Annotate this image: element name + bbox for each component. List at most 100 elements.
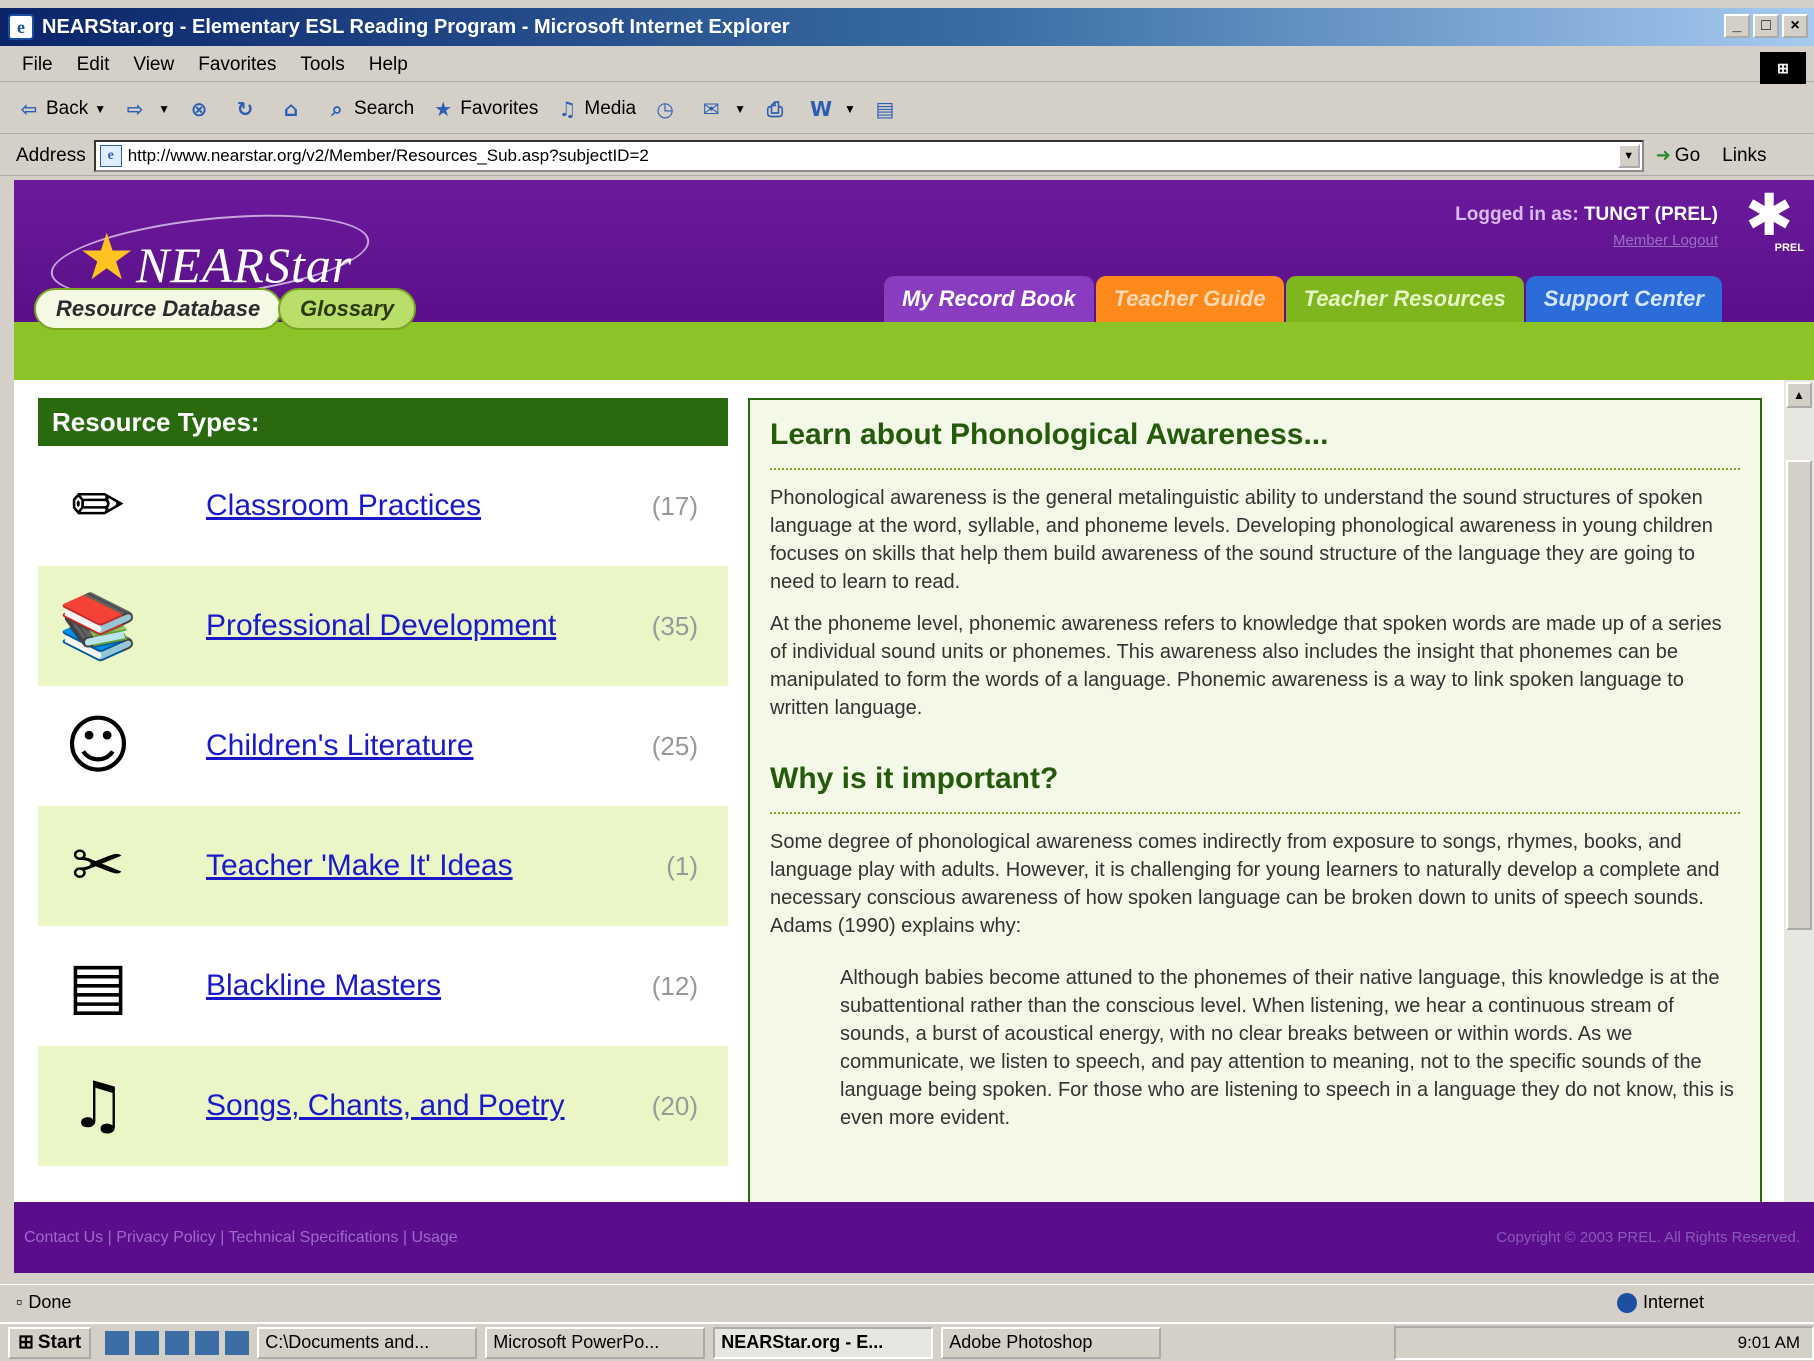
resource-item: ☺ Children's Literature (25) [38,686,728,806]
media-label: Media [584,97,637,119]
toolbar: ⇦ Back ▼ ⇨ ▼ ⊗ ↻ ⌂ ⌕ Search ★ Favorites … [0,84,1814,134]
word-icon: W [809,96,833,121]
favorites-button[interactable]: ★ Favorites [430,96,538,122]
address-input[interactable]: e http://www.nearstar.org/v2/Member/Reso… [93,139,1644,172]
logo-text: NEARStar [136,237,353,293]
search-button[interactable]: ⌕ Search [324,96,414,122]
resource-database-button[interactable]: Resource Database [34,288,283,330]
mail-button[interactable]: ✉ ▼ [698,96,746,122]
menu-edit[interactable]: Edit [77,54,110,76]
login-info: Logged in as: TUNGT (PREL) Member Logout [1455,204,1718,249]
go-button[interactable]: ➜ Go [1656,145,1700,167]
resource-count: (12) [651,970,698,1001]
logged-in-line: Logged in as: TUNGT (PREL) [1455,204,1718,226]
favorites-icon: ★ [434,96,453,121]
site-footer: Contact Us | Privacy Policy | Technical … [14,1202,1814,1273]
history-button[interactable]: ◷ [652,96,682,122]
home-button[interactable]: ⌂ [278,96,308,122]
discuss-button[interactable]: ▤ [872,96,902,122]
word-quicklaunch-icon[interactable] [165,1330,190,1355]
ie-quicklaunch-icon[interactable] [135,1330,160,1355]
search-label: Search [354,97,415,119]
menu-help[interactable]: Help [369,54,408,76]
resource-link-songs-chants-poetry[interactable]: Songs, Chants, and Poetry [206,1089,565,1123]
copyright: Copyright © 2003 PREL. All Rights Reserv… [1496,1229,1800,1246]
music-notes-icon: ♫ [69,1069,127,1143]
logout-link[interactable]: Member Logout [1455,232,1718,249]
resource-link-professional-development[interactable]: Professional Development [206,609,556,643]
close-button[interactable]: × [1782,14,1808,38]
excel-quicklaunch-icon[interactable] [195,1330,220,1355]
taskbar-item-photoshop[interactable]: Adobe Photoshop [941,1326,1162,1359]
status-label: Done [28,1292,72,1312]
edit-word-button[interactable]: W ▼ [808,96,856,122]
menu-tools[interactable]: Tools [300,54,344,76]
menu-favorites[interactable]: Favorites [198,54,276,76]
resource-link-childrens-literature[interactable]: Children's Literature [206,729,474,763]
resource-link-blackline-masters[interactable]: Blackline Masters [206,969,441,1003]
refresh-button[interactable]: ↻ [232,96,262,122]
chevron-down-icon: ▼ [844,101,856,116]
resource-item: 📚 Professional Development (35) [38,566,728,686]
tab-my-record-book[interactable]: My Record Book [884,276,1094,322]
menu-bar: File Edit View Favorites Tools Help [0,48,1814,82]
papers-icon: ▤ [67,949,129,1023]
page-icon: e [99,144,122,167]
clock[interactable]: 9:01 AM [1738,1333,1800,1353]
print-icon: ⎙ [767,96,784,121]
scroll-thumb[interactable] [1786,460,1812,930]
start-button[interactable]: ⊞ Start [8,1326,92,1359]
pencil-cup-icon: ✏ [71,469,125,543]
prel-logo[interactable]: ✱ PREL [1734,186,1804,276]
menu-file[interactable]: File [22,54,53,76]
block-quote: Although babies become attuned to the ph… [840,967,1734,1129]
chevron-down-icon: ▼ [158,101,171,116]
globe-icon [1616,1292,1637,1313]
taskbar: ⊞ Start C:\Documents and... Microsoft Po… [0,1322,1814,1361]
section-title: Why is it important? [770,762,1740,814]
maximize-button[interactable]: □ [1753,14,1779,38]
print-button[interactable]: ⎙ [762,96,792,122]
chevron-down-icon[interactable]: ▼ [1617,143,1640,168]
scroll-up-icon[interactable]: ▲ [1786,382,1812,408]
title-bar[interactable]: e NEARStar.org - Elementary ESL Reading … [0,8,1814,46]
minimize-button[interactable]: _ [1724,14,1750,38]
address-bar: Address e http://www.nearstar.org/v2/Mem… [0,136,1814,176]
refresh-icon: ↻ [236,96,254,121]
menu-view[interactable]: View [133,54,174,76]
resource-count: (20) [651,1090,698,1121]
vertical-scrollbar[interactable]: ▲ ▼ [1784,380,1814,1250]
content-panel: Learn about Phonological Awareness... Ph… [748,398,1762,1258]
resource-item: ✏ Classroom Practices (17) [38,446,728,566]
resource-link-teacher-make-it-ideas[interactable]: Teacher 'Make It' Ideas [206,849,513,883]
tab-teacher-resources[interactable]: Teacher Resources [1285,276,1524,322]
tab-teacher-guide[interactable]: Teacher Guide [1095,276,1284,322]
glossary-button[interactable]: Glossary [278,288,417,330]
resource-link-classroom-practices[interactable]: Classroom Practices [206,489,481,523]
zone-label: Internet [1642,1292,1704,1312]
forward-button[interactable]: ⇨ ▼ [122,96,170,122]
resource-types-panel: Resource Types: ✏ Classroom Practices (1… [38,398,728,1258]
nearstar-logo[interactable]: ★ NEARStar [46,201,390,313]
page-icon: ▫ [16,1292,23,1312]
back-button[interactable]: ⇦ Back ▼ [16,96,107,122]
desktop-icon[interactable] [105,1330,130,1355]
palm-tree-icon: ✱ [1744,181,1794,249]
media-button[interactable]: ♫ Media [554,96,636,122]
content-paragraph: Some degree of phonological awareness co… [770,831,1720,937]
tab-support-center[interactable]: Support Center [1525,276,1722,322]
mail-icon: ✉ [702,96,720,121]
resource-item: ✂ Teacher 'Make It' Ideas (1) [38,806,728,926]
content-paragraph: At the phoneme level, phonemic awareness… [770,613,1722,719]
taskbar-item-nearstar[interactable]: NEARStar.org - E... [713,1326,934,1359]
powerpoint-quicklaunch-icon[interactable] [225,1330,250,1355]
star-icon: ★ [78,221,136,295]
history-icon: ◷ [656,96,674,121]
forward-arrow-icon: ⇨ [126,96,144,121]
taskbar-item-powerpoint[interactable]: Microsoft PowerPo... [485,1326,706,1359]
links-button[interactable]: Links [1722,145,1766,167]
taskbar-item-explorer[interactable]: C:\Documents and... [257,1326,478,1359]
stop-button[interactable]: ⊗ [186,96,216,122]
footer-links[interactable]: Contact Us | Privacy Policy | Technical … [24,1229,458,1247]
system-tray: 9:01 AM [1394,1325,1814,1360]
